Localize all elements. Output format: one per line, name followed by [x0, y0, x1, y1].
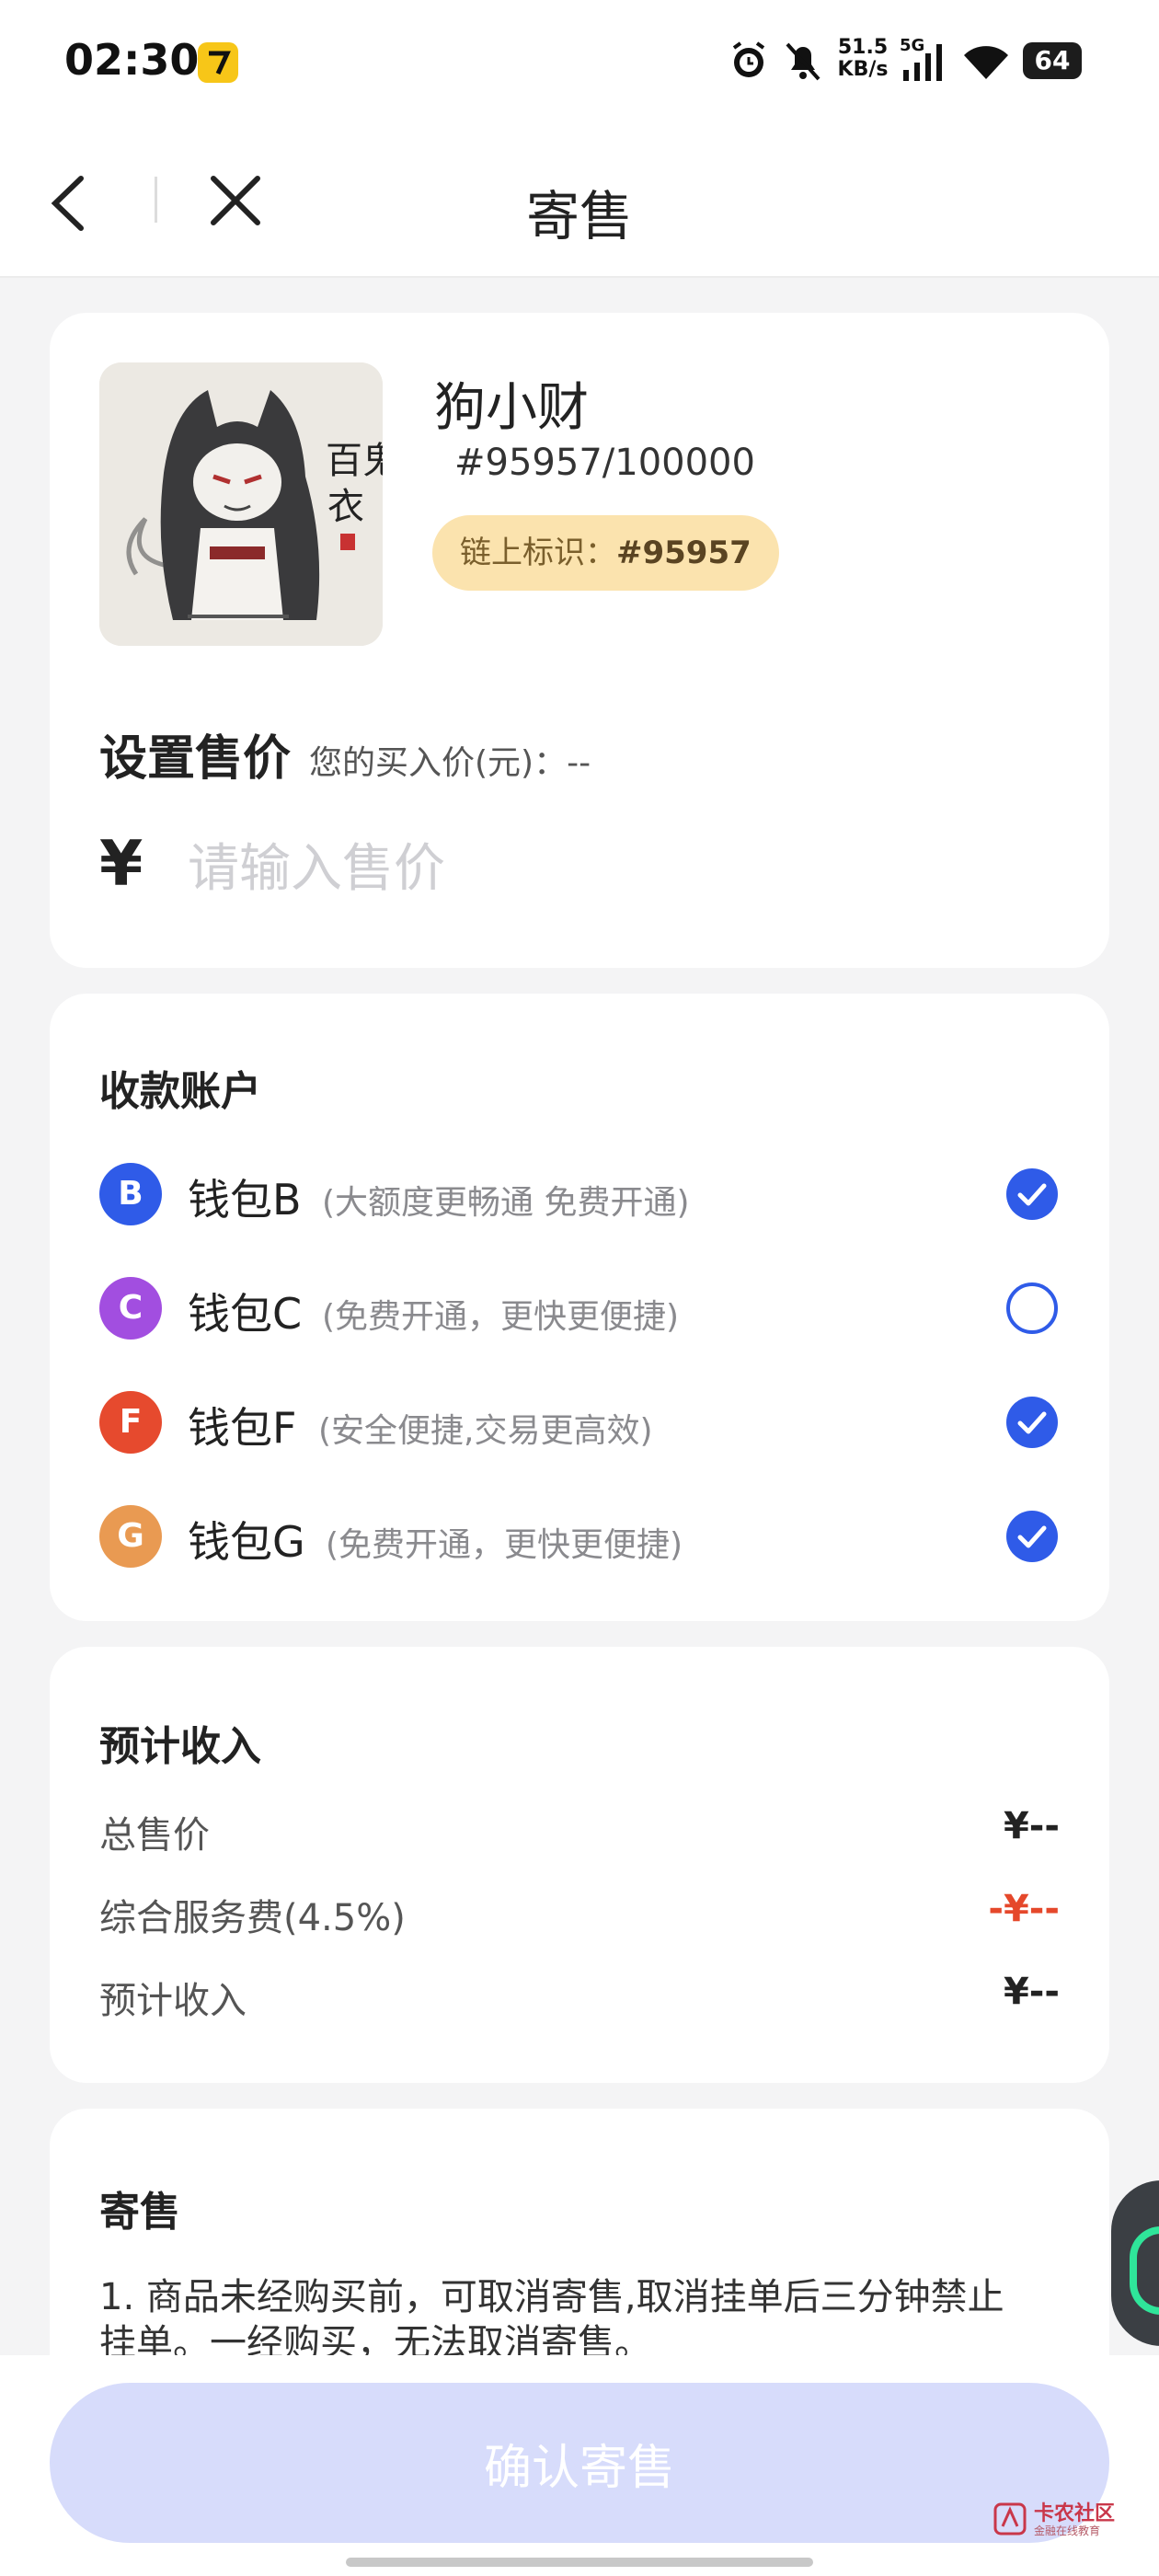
wifi-icon: [960, 40, 1012, 86]
expected-income-label: 预计收入: [99, 1980, 247, 2022]
income-title: 预计收入: [99, 1723, 261, 1770]
wallet-b-checkbox[interactable]: [1004, 1167, 1060, 1222]
wallet-row-b[interactable]: B 钱包B (大额度更畅通 免费开通): [99, 1157, 1060, 1231]
watermark-subtext: 金融在线教育: [1034, 2524, 1101, 2537]
wallet-c-desc: (免费开通，更快更便捷): [322, 1298, 680, 1336]
wallet-f-desc: (安全便捷,交易更高效): [318, 1412, 653, 1450]
expected-income-value: ¥--: [1003, 1971, 1060, 2013]
wallet-g-checkbox[interactable]: [1004, 1509, 1060, 1564]
nft-serial-number: #95957/100000: [454, 442, 755, 484]
income-row-fee: 综合服务费(4.5%) -¥--: [99, 1888, 1060, 1943]
battery-indicator: 64: [1023, 42, 1082, 79]
total-price-label: 总售价: [99, 1814, 210, 1857]
buy-price-label: 您的买入价(元)：--: [309, 744, 591, 782]
status-bar: 02:30 51.5 KB/s 5G 64: [0, 0, 1159, 129]
chain-id-label: 链上标识：: [460, 535, 616, 571]
wallet-row-c[interactable]: C 钱包C (免费开通，更快更便捷): [99, 1271, 1060, 1345]
confirm-consign-button[interactable]: 确认寄售: [50, 2383, 1109, 2543]
wallet-g-desc: (免费开通，更快更便捷): [326, 1526, 683, 1564]
wallet-b-name: 钱包B: [188, 1175, 302, 1225]
home-indicator[interactable]: [346, 2558, 813, 2567]
artwork-lettering-1: 百鬼: [326, 440, 383, 482]
chain-id-tag: 链上标识：#95957: [432, 515, 779, 591]
artwork-lettering-2: 衣: [327, 486, 364, 528]
wallet-c-name: 钱包C: [188, 1289, 303, 1339]
wallet-b-badge: B: [99, 1163, 162, 1225]
page-title: 寄售: [525, 185, 633, 247]
chain-id-value: #95957: [616, 535, 752, 571]
net-speed: 51.5 KB/s: [835, 37, 890, 81]
watermark-logo: 卡农社区 金融在线教育: [993, 2495, 1150, 2550]
floating-widget-icon: [1130, 2226, 1159, 2315]
watermark-icon: [993, 2502, 1027, 2536]
bottom-bar: 确认寄售: [0, 2355, 1159, 2576]
income-row-total: 总售价 ¥--: [99, 1805, 1060, 1860]
wallet-c-checkbox[interactable]: [1004, 1281, 1060, 1336]
checked-circle-icon: [1006, 1168, 1058, 1220]
checked-circle-icon: [1006, 1511, 1058, 1562]
price-input[interactable]: [186, 826, 1017, 911]
wallet-g-badge: G: [99, 1505, 162, 1568]
total-price-value: ¥--: [1003, 1805, 1060, 1847]
alarm-icon: [727, 39, 771, 86]
app-notification-icon: [198, 42, 238, 83]
net-speed-value: 51.5: [837, 36, 889, 59]
cat-artwork-illustration: 百鬼 衣: [99, 362, 383, 646]
floating-widget[interactable]: [1111, 2180, 1159, 2346]
notice-title: 寄售: [99, 2189, 180, 2236]
nft-name: 狗小财: [434, 378, 589, 438]
checked-circle-icon: [1006, 1397, 1058, 1448]
income-card: 预计收入 总售价 ¥-- 综合服务费(4.5%) -¥-- 预计收入 ¥--: [50, 1647, 1109, 2083]
status-time: 02:30: [64, 35, 200, 85]
income-row-expected: 预计收入 ¥--: [99, 1971, 1060, 2026]
nft-artwork-image: 百鬼 衣: [99, 362, 383, 646]
wallet-g-name: 钱包G: [188, 1517, 305, 1567]
account-title: 收款账户: [99, 1068, 261, 1115]
nav-bar: 寄售: [0, 129, 1159, 278]
currency-symbol: ¥: [99, 828, 143, 901]
wallet-row-g[interactable]: G 钱包G (免费开通，更快更便捷): [99, 1500, 1060, 1573]
wallet-row-f[interactable]: F 钱包F (安全便捷,交易更高效): [99, 1386, 1060, 1459]
service-fee-value: -¥--: [988, 1888, 1060, 1930]
wallet-f-checkbox[interactable]: [1004, 1395, 1060, 1450]
unchecked-circle-icon: [1006, 1282, 1058, 1334]
set-price-title: 设置售价: [99, 731, 292, 787]
net-speed-unit: KB/s: [837, 58, 889, 81]
account-card: 收款账户 B 钱包B (大额度更畅通 免费开通) C 钱包C (免费开通，更快更…: [50, 994, 1109, 1621]
item-card: 百鬼 衣 狗小财 #95957/100000 链上标识：#95957 设置售价 …: [50, 313, 1109, 968]
wallet-f-badge: F: [99, 1391, 162, 1454]
mute-bell-icon: [782, 39, 824, 86]
wallet-c-badge: C: [99, 1277, 162, 1340]
signal-icon: 5G: [900, 36, 947, 86]
service-fee-label: 综合服务费(4.5%): [99, 1897, 406, 1939]
wallet-f-name: 钱包F: [188, 1403, 297, 1453]
network-type: 5G: [900, 36, 925, 55]
wallet-b-desc: (大额度更畅通 免费开通): [322, 1184, 690, 1222]
